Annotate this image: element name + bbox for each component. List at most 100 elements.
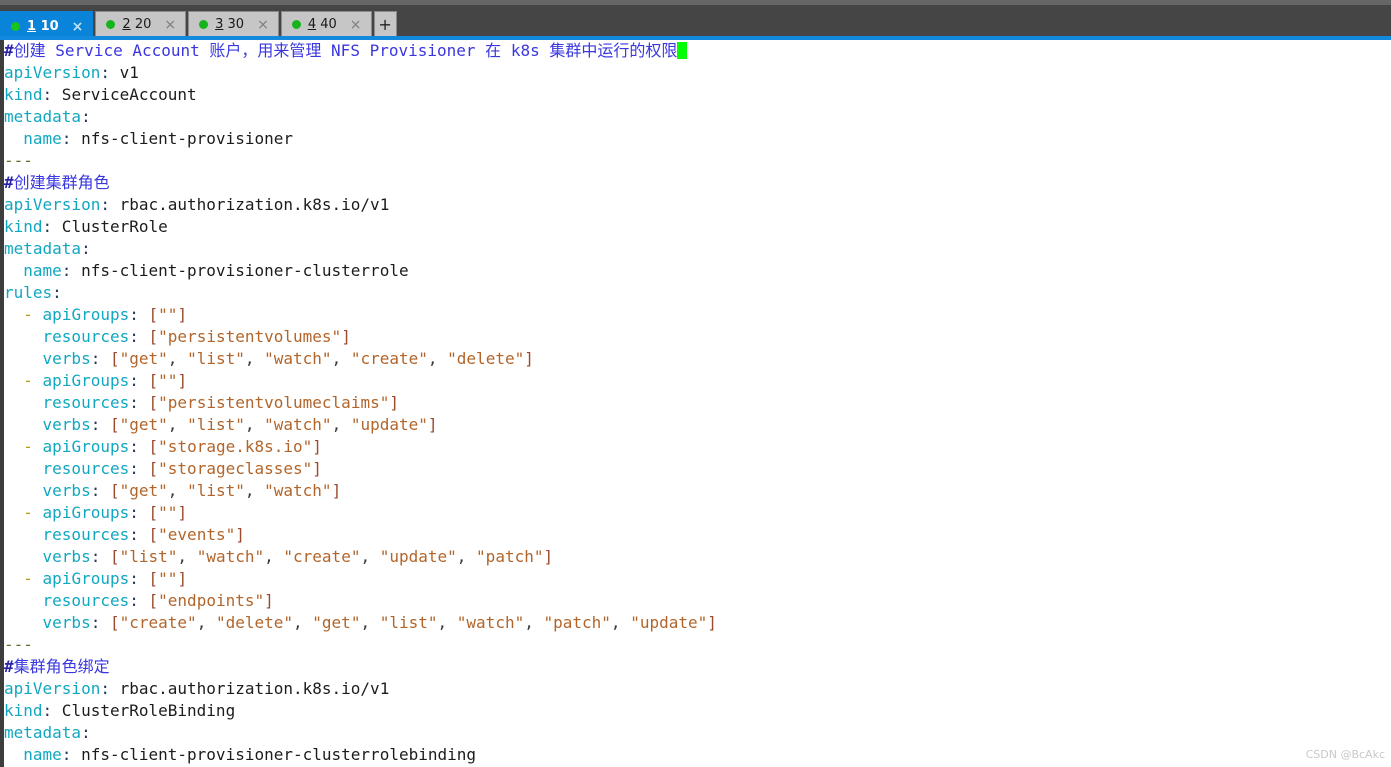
token-str: "update" [350, 415, 428, 434]
token-punct: : [100, 679, 110, 698]
token-cmt: 集群中运行的权限 [549, 41, 678, 60]
token-punct: : [90, 613, 101, 632]
token-cmt: k8s [510, 41, 550, 60]
code-line: resources: ["events"] [4, 524, 717, 546]
token-brk: [ [109, 547, 120, 566]
token-key: verbs [42, 613, 91, 632]
tab-bar: 1 10 × 2 20 × 3 30 × 4 40 × + [0, 0, 1391, 41]
token-val [4, 503, 23, 522]
token-str: "" [158, 305, 178, 324]
code-line: metadata: [4, 722, 717, 744]
token-str: "watch" [456, 613, 525, 632]
tab-close-icon[interactable]: × [254, 18, 272, 32]
token-val [4, 261, 23, 280]
token-val [4, 591, 43, 610]
code-line: name: nfs-client-provisioner-clusterrole… [4, 744, 717, 766]
token-key: apiVersion [4, 63, 101, 82]
token-comma: , [244, 349, 265, 368]
token-punct: : [129, 305, 139, 324]
token-val [33, 437, 43, 456]
token-punct: : [90, 547, 101, 566]
token-val [139, 459, 149, 478]
token-brk: ] [264, 591, 274, 610]
token-punct: : [90, 481, 101, 500]
token-brk: [ [148, 525, 159, 544]
token-punct: : [61, 745, 72, 764]
token-comma: , [293, 613, 313, 632]
tab-close-icon[interactable]: × [69, 20, 87, 34]
token-str: "get" [312, 613, 361, 632]
token-punct: : [42, 85, 53, 104]
token-comma: , [524, 613, 544, 632]
code-line: resources: ["persistentvolumeclaims"] [4, 392, 717, 414]
new-tab-button[interactable]: + [373, 11, 397, 37]
token-val [33, 503, 43, 522]
token-punct: : [129, 437, 139, 456]
token-str: "delete" [447, 349, 525, 368]
tab-close-icon[interactable]: × [347, 18, 365, 32]
token-val: rbac.authorization.k8s.io/v1 [109, 679, 390, 698]
token-str: "" [158, 569, 178, 588]
token-comma: , [167, 349, 188, 368]
token-str: "" [158, 371, 178, 390]
tab-status-dot [291, 20, 301, 29]
token-brk: [ [148, 327, 159, 346]
token-punct: : [129, 569, 139, 588]
token-str: "events" [158, 525, 236, 544]
token-brk: [ [109, 349, 120, 368]
tab-4[interactable]: 4 40 × [280, 11, 372, 37]
token-brk: [ [148, 393, 159, 412]
token-val [139, 569, 149, 588]
terminal-viewport[interactable]: #创建 Service Account 账户，用来管理 NFS Provisio… [0, 40, 1391, 767]
token-dash: - [23, 371, 33, 390]
token-brk: ] [177, 371, 188, 390]
token-dash: - [23, 305, 33, 324]
tab-status-dot [11, 22, 20, 31]
code-line: verbs: ["list", "watch", "create", "upda… [4, 546, 717, 568]
code-line: verbs: ["get", "list", "watch"] [4, 480, 717, 502]
token-key: kind [4, 85, 43, 104]
tab-2[interactable]: 2 20 × [95, 11, 187, 37]
token-brk: ] [177, 569, 188, 588]
code-area[interactable]: #创建 Service Account 账户，用来管理 NFS Provisio… [4, 40, 717, 766]
tab-close-icon[interactable]: × [161, 18, 179, 32]
token-brk: ] [312, 459, 322, 478]
token-str: "delete" [215, 613, 294, 632]
token-brk: [ [148, 437, 159, 456]
token-brk: ] [389, 393, 399, 412]
token-key: verbs [42, 547, 91, 566]
token-brk: [ [148, 503, 159, 522]
token-val [4, 305, 23, 324]
token-str: "update" [379, 547, 457, 566]
code-line: kind: ClusterRoleBinding [4, 700, 717, 722]
terminal-window: 1 10 × 2 20 × 3 30 × 4 40 × + #创建 Service Accoun… [0, 0, 1391, 767]
token-punct: : [129, 591, 139, 610]
token-key: apiGroups [42, 305, 130, 324]
token-hash: # [4, 41, 14, 60]
token-key: apiGroups [42, 437, 130, 456]
token-comma: , [360, 547, 380, 566]
token-key: apiGroups [42, 503, 130, 522]
token-punct: : [90, 415, 101, 434]
tab-3[interactable]: 3 30 × [188, 11, 279, 37]
code-line: metadata: [4, 238, 717, 260]
token-comma: , [360, 613, 380, 632]
token-val [139, 591, 149, 610]
token-comma: , [331, 349, 351, 368]
token-val: v1 [109, 63, 139, 82]
token-str: "create" [350, 349, 428, 368]
text-cursor [677, 42, 688, 59]
token-punct: : [42, 701, 53, 720]
token-key: verbs [42, 349, 91, 368]
tab-status-dot [106, 20, 116, 29]
token-val [4, 327, 43, 346]
token-str: "get" [119, 481, 168, 500]
token-str: "persistentvolumeclaims" [158, 393, 390, 412]
token-brk: [ [148, 371, 159, 390]
token-key: name [23, 261, 62, 280]
tab-status-dot [199, 20, 209, 29]
token-brk: ] [331, 481, 342, 500]
token-val [4, 415, 43, 434]
token-str: "watch" [264, 349, 332, 368]
token-brk: [ [148, 569, 159, 588]
